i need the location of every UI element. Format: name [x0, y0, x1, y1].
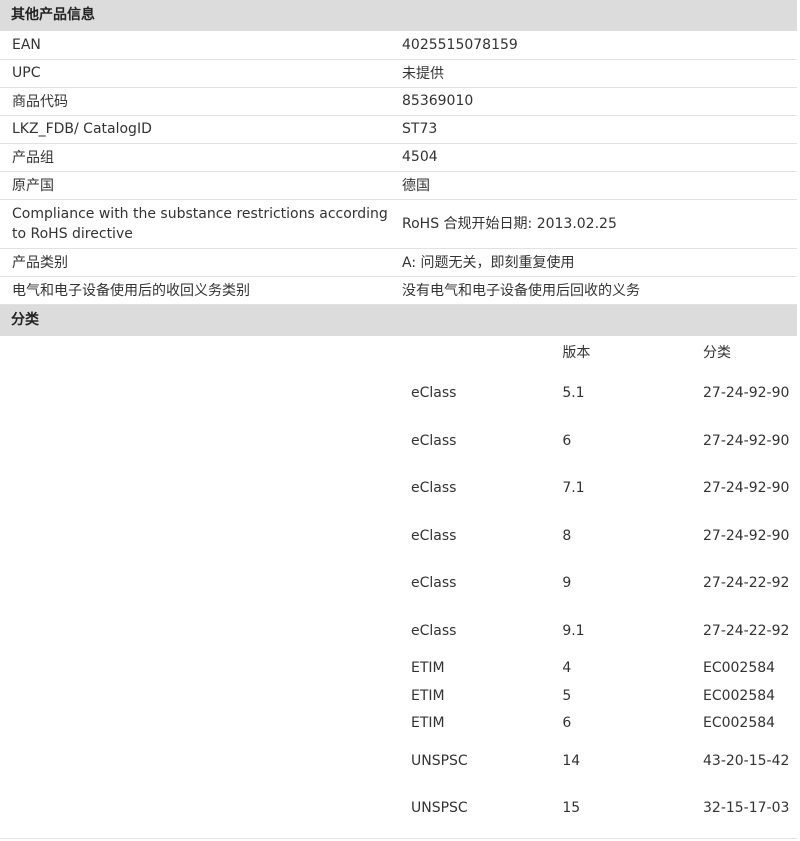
- row-key: Compliance with the substance restrictio…: [0, 199, 396, 249]
- table-row: 商品代码 85369010: [0, 87, 797, 116]
- row-key: 商品代码: [0, 87, 396, 116]
- version-cell: 7.1: [562, 480, 585, 497]
- row-key: 产品类别: [0, 248, 396, 277]
- table-row: eClass 8 27-24-92-90: [407, 512, 797, 560]
- table-row: UNSPSC 14 43-20-15-42: [407, 737, 797, 785]
- code-cell: EC002584: [703, 715, 776, 732]
- row-key: 电气和电子设备使用后的收回义务类别: [0, 276, 396, 305]
- row-value: ST73: [396, 115, 797, 144]
- classification-header-row: 版本 分类: [407, 336, 797, 370]
- system-cell: eClass: [411, 527, 457, 544]
- table-row: UPC 未提供: [0, 59, 797, 88]
- column-header-version: 版本: [562, 344, 591, 361]
- table-row: eClass 7.1 27-24-92-90: [407, 465, 797, 513]
- table-row: LKZ_FDB/ CatalogID ST73: [0, 115, 797, 144]
- row-key: 产品组: [0, 143, 396, 172]
- version-cell: 4: [562, 660, 572, 677]
- table-row: eClass 9 27-24-22-92: [407, 560, 797, 608]
- system-cell: eClass: [411, 575, 457, 592]
- code-cell: EC002584: [703, 687, 776, 704]
- table-row: 原产国 德国: [0, 171, 797, 200]
- other-info-table: EAN 4025515078159 UPC 未提供 商品代码 85369010 …: [0, 31, 797, 305]
- table-row: 产品组 4504: [0, 143, 797, 172]
- row-value: 85369010: [396, 87, 797, 116]
- version-cell: 8: [562, 527, 572, 544]
- system-cell: ETIM: [411, 687, 445, 704]
- system-cell: eClass: [411, 432, 457, 449]
- table-row: eClass 5.1 27-24-92-90: [407, 370, 797, 418]
- row-value: 没有电气和电子设备使用后回收的义务: [396, 276, 797, 305]
- row-value: 未提供: [396, 59, 797, 88]
- classification-table: 版本 分类 eClass 5.1 27-24-92-90 eClass 6 27…: [407, 336, 797, 833]
- other-info-header: 其他产品信息: [0, 0, 797, 31]
- table-row: EAN 4025515078159: [0, 31, 797, 60]
- code-cell: 27-24-92-90: [703, 432, 790, 449]
- code-cell: EC002584: [703, 660, 776, 677]
- version-cell: 14: [562, 752, 581, 769]
- column-header-code: 分类: [703, 344, 731, 361]
- system-cell: UNSPSC: [411, 800, 468, 817]
- version-cell: 6: [562, 715, 572, 732]
- code-cell: 32-15-17-03: [703, 800, 790, 817]
- table-row: eClass 6 27-24-92-90: [407, 417, 797, 465]
- version-cell: 9.1: [562, 622, 585, 639]
- table-row: ETIM 4 EC002584: [407, 655, 797, 683]
- column-header-system: [407, 336, 558, 370]
- system-cell: UNSPSC: [411, 752, 468, 769]
- table-row: eClass 9.1 27-24-22-92: [407, 607, 797, 655]
- version-cell: 9: [562, 575, 572, 592]
- system-cell: eClass: [411, 480, 457, 497]
- version-cell: 15: [562, 800, 581, 817]
- row-value: 4025515078159: [396, 31, 797, 60]
- row-value: RoHS 合规开始日期: 2013.02.25: [396, 199, 797, 249]
- code-cell: 27-24-22-92: [703, 622, 790, 639]
- product-info-panel: 其他产品信息 EAN 4025515078159 UPC 未提供 商品代码 85…: [0, 0, 800, 839]
- version-cell: 6: [562, 432, 572, 449]
- system-cell: eClass: [411, 622, 457, 639]
- code-cell: 27-24-92-90: [703, 385, 790, 402]
- row-key: LKZ_FDB/ CatalogID: [0, 115, 396, 144]
- system-cell: ETIM: [411, 715, 445, 732]
- table-row: 产品类别 A: 问题无关，即刻重复使用: [0, 248, 797, 277]
- code-cell: 43-20-15-42: [703, 752, 790, 769]
- row-key: 原产国: [0, 171, 396, 200]
- row-key: EAN: [0, 31, 396, 60]
- system-cell: eClass: [411, 385, 457, 402]
- row-value: A: 问题无关，即刻重复使用: [396, 248, 797, 277]
- system-cell: ETIM: [411, 660, 445, 677]
- row-value: 德国: [396, 171, 797, 200]
- code-cell: 27-24-92-90: [703, 527, 790, 544]
- row-value: 4504: [396, 143, 797, 172]
- table-row: 电气和电子设备使用后的收回义务类别 没有电气和电子设备使用后回收的义务: [0, 276, 797, 305]
- row-key: UPC: [0, 59, 396, 88]
- version-cell: 5: [562, 687, 572, 704]
- code-cell: 27-24-22-92: [703, 575, 790, 592]
- table-row: Compliance with the substance restrictio…: [0, 199, 797, 249]
- version-cell: 5.1: [562, 385, 585, 402]
- classification-header: 分类: [0, 304, 797, 336]
- table-row: ETIM 6 EC002584: [407, 710, 797, 738]
- table-row: ETIM 5 EC002584: [407, 682, 797, 710]
- table-row: UNSPSC 15 32-15-17-03: [407, 785, 797, 833]
- code-cell: 27-24-92-90: [703, 480, 790, 497]
- divider: [0, 838, 797, 839]
